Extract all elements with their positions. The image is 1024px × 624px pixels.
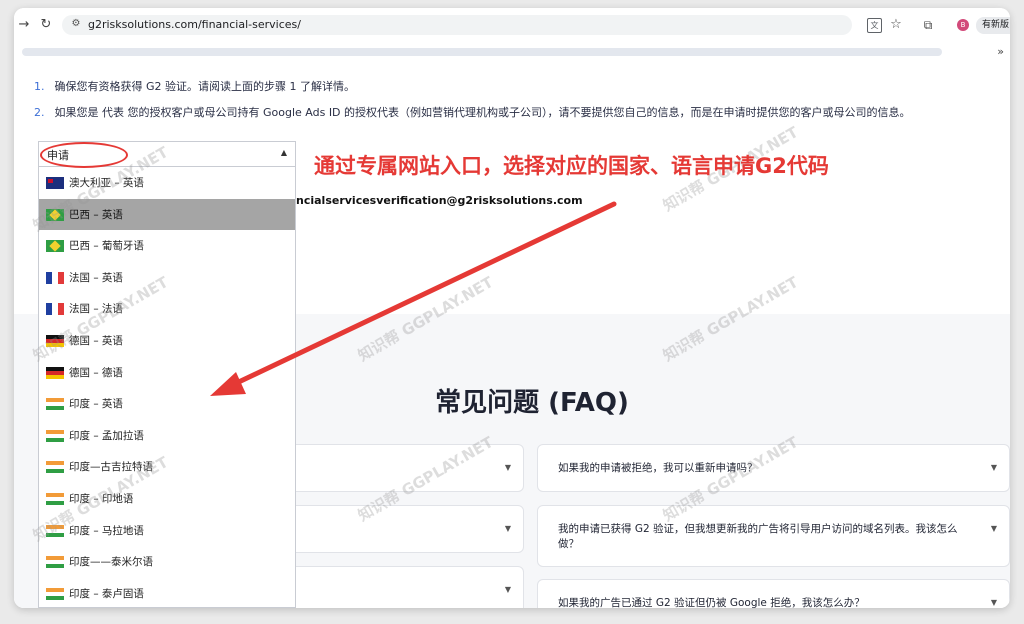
annotation-arrow — [210, 201, 617, 396]
arrow-head — [210, 372, 246, 396]
browser-window: → ↻ ⚙ g2risksolutions.com/financial-serv… — [14, 8, 1010, 608]
arrow-shaft — [223, 201, 617, 391]
